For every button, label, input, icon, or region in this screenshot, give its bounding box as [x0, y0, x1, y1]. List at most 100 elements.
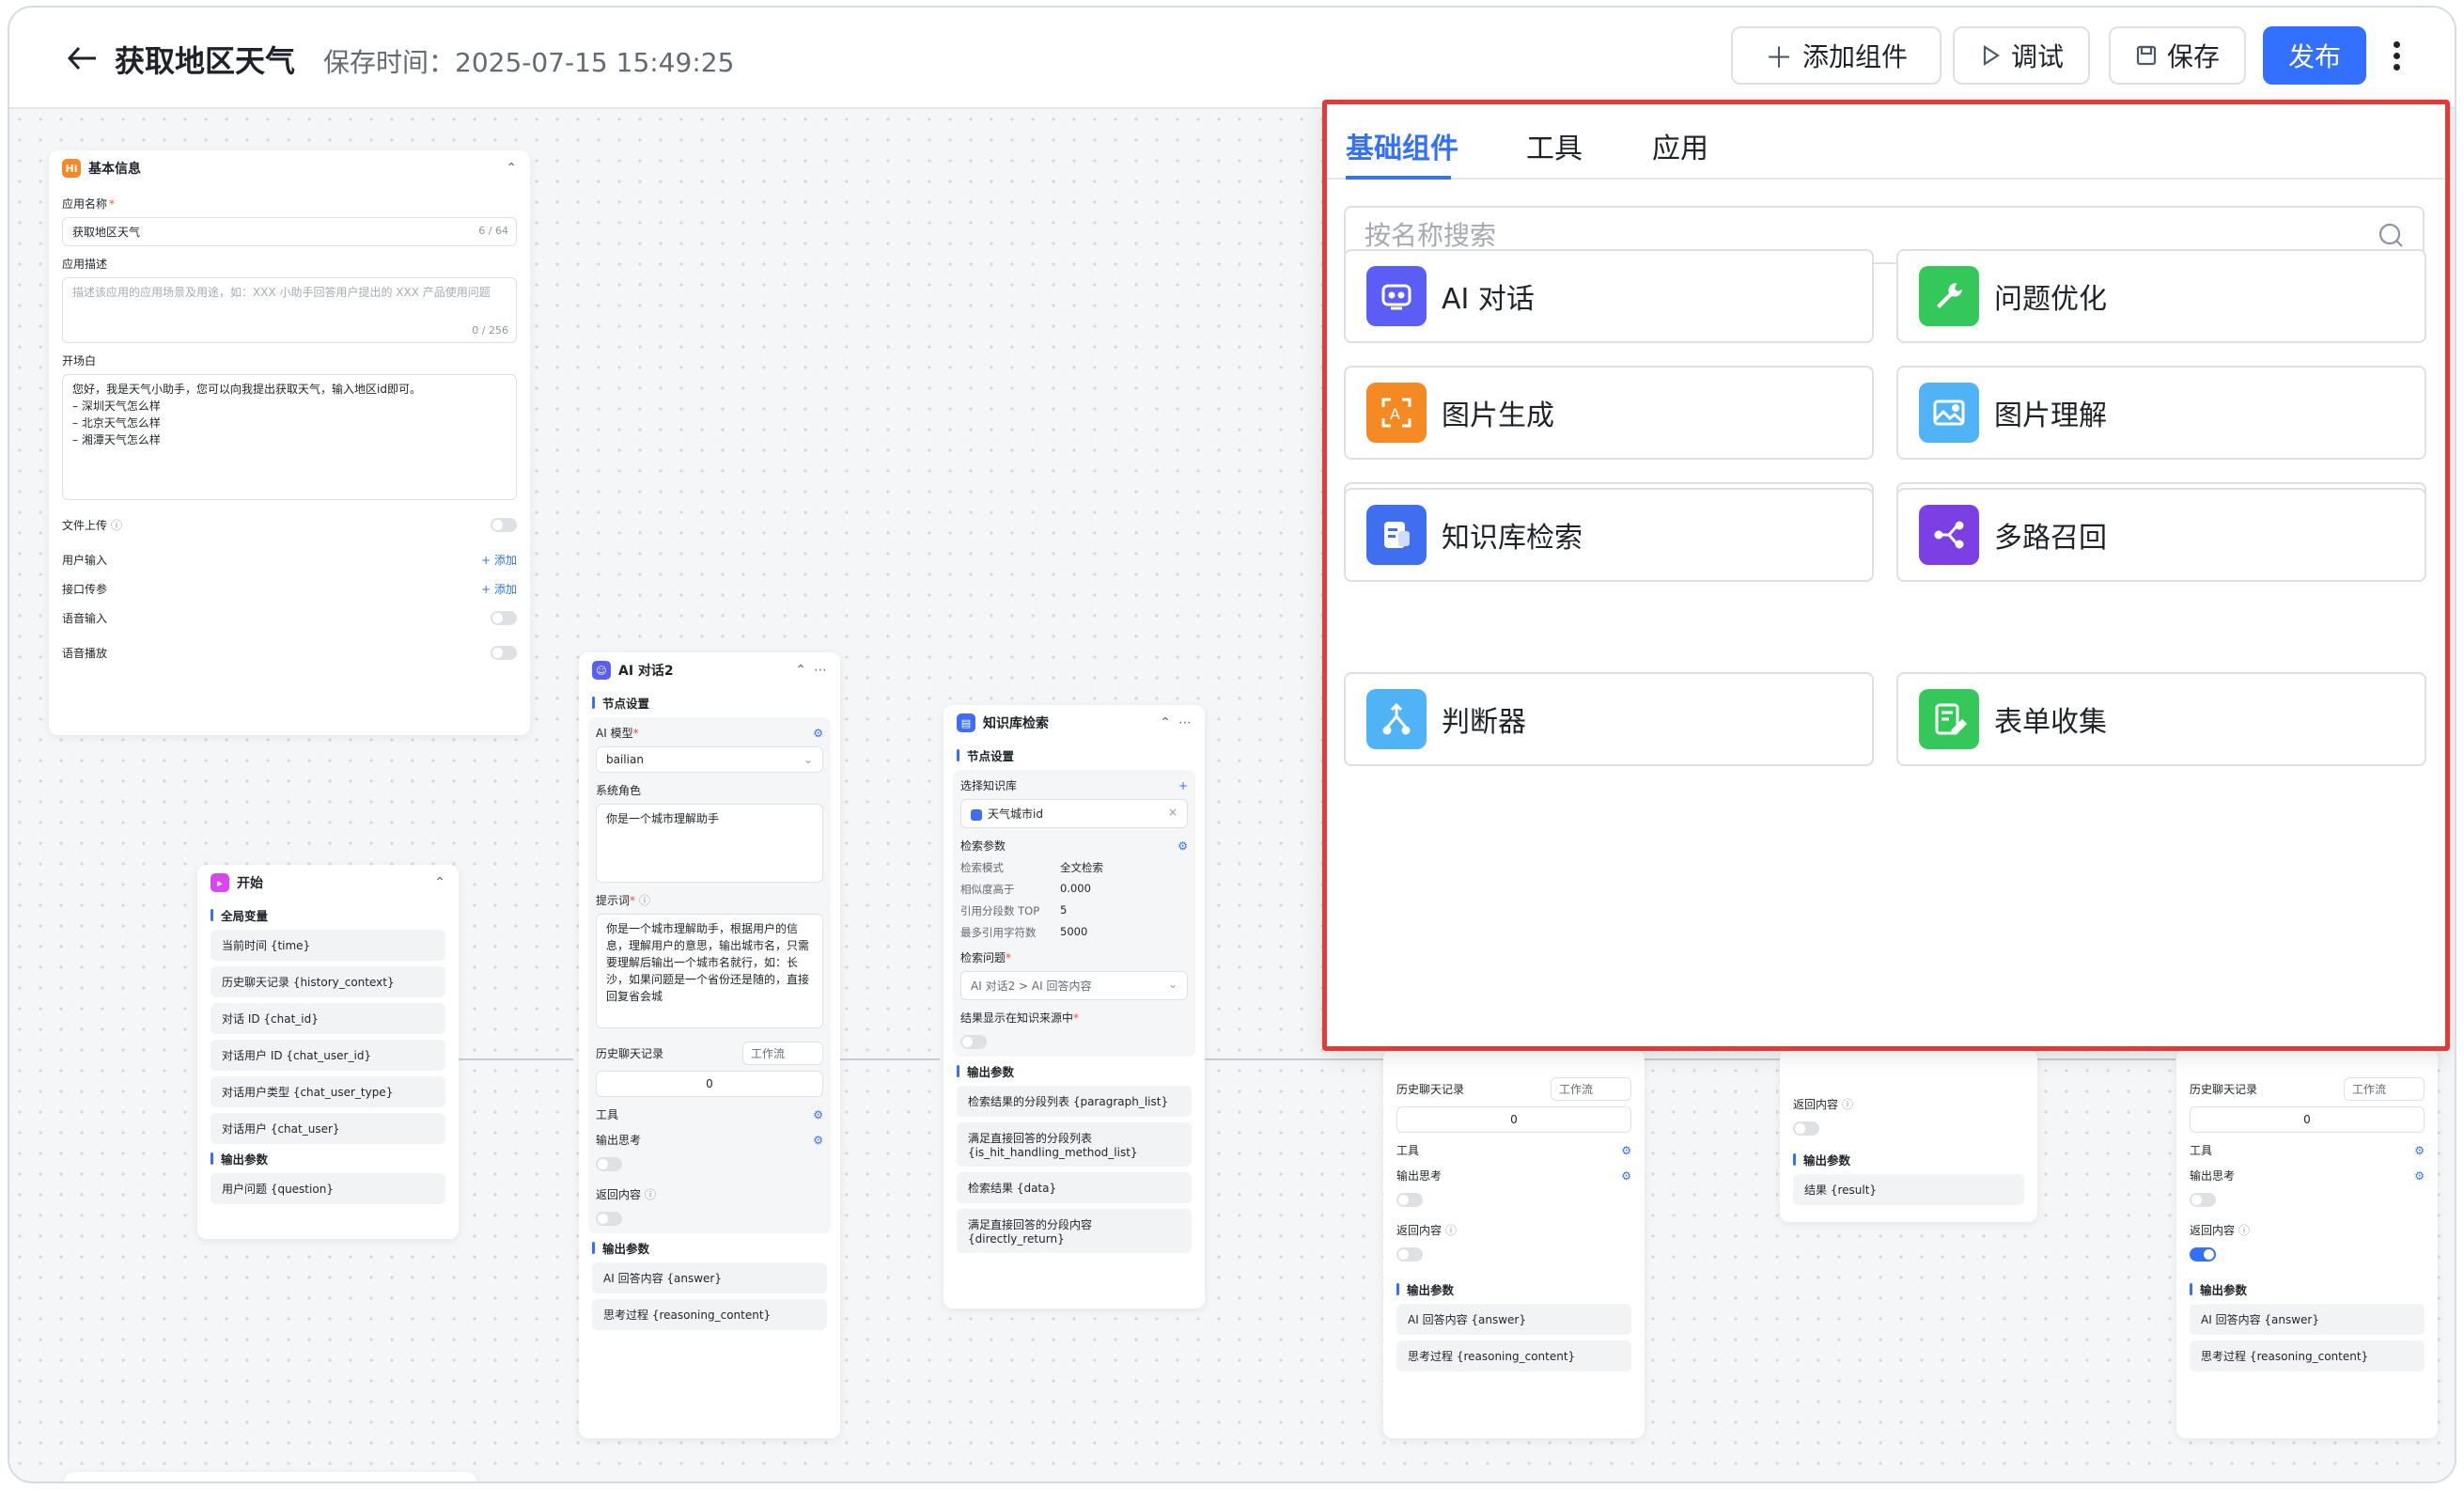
gear-icon[interactable]: ⚙ [2414, 1169, 2425, 1183]
global-var-item: 对话 ID {chat_id} [211, 1003, 445, 1034]
return-content-toggle[interactable] [1396, 1247, 1423, 1262]
more-vertical-icon[interactable] [2387, 41, 2406, 79]
api-params-row: 接口传参 + 添加 [62, 581, 517, 597]
output-thinking-toggle[interactable] [2190, 1193, 2216, 1207]
basic-info-title: 基本信息 [88, 162, 141, 177]
component-item[interactable]: 知识库检索 [1344, 488, 1874, 582]
component-label: 图片生成 [1442, 400, 1554, 432]
gear-icon[interactable]: ⚙ [813, 1134, 823, 1147]
voice-input-toggle[interactable] [491, 611, 517, 625]
return-content-toggle[interactable] [2190, 1247, 2216, 1262]
svg-text:A: A [1390, 405, 1400, 423]
search-question-select[interactable]: AI 对话2 > AI 回答内容 ⌄ [960, 971, 1188, 1000]
gear-icon[interactable]: ⚙ [2414, 1144, 2425, 1157]
tab-apps[interactable]: 应用 [1652, 125, 1708, 166]
component-item[interactable]: 问题优化 [1896, 249, 2426, 343]
show-source-toggle[interactable] [960, 1035, 987, 1049]
component-label: AI 对话 [1442, 283, 1535, 316]
tab-tools[interactable]: 工具 [1526, 125, 1583, 166]
app-name-input[interactable]: 获取地区天气 6 / 64 [62, 217, 517, 246]
tools-row: 工具 ⚙ [1396, 1143, 1631, 1158]
return-content-toggle-row [588, 1212, 831, 1226]
output-param-item: 满足直接回答的分段内容 {directly_return} [957, 1209, 1192, 1253]
search-icon[interactable] [2378, 222, 2404, 248]
add-component-panel: 基础组件 工具 应用 AI能力AI 对话问题优化A图片生成图片理解A文本转语音A… [1322, 100, 2450, 1051]
collapse-icon[interactable]: ⌃ [795, 663, 806, 678]
return-content-toggle[interactable] [1793, 1121, 1819, 1136]
start-node[interactable]: ▸ 开始 ⌃ 全局变量 当前时间 {time} 历史聊天记录 {history_c… [197, 865, 459, 1239]
more-icon[interactable]: ⋯ [814, 663, 827, 678]
model-select[interactable]: bailian ⌄ [596, 746, 823, 773]
gear-icon[interactable]: ⚙ [813, 727, 823, 740]
app-desc-textarea[interactable]: 描述该应用的应用场景及用途，如：XXX 小助手回答用户提出的 XXX 产品使用问… [62, 277, 517, 343]
knowledge-search-node[interactable]: ▤ 知识库检索 ⌃ ⋯ 节点设置 选择知识库 + 天气城市id × 检索参数 ⚙ 检索模… [943, 705, 1205, 1309]
history-count-input[interactable]: 0 [2190, 1106, 2425, 1133]
param-key: 相似度高于 [960, 883, 1015, 896]
debug-button[interactable]: 调试 [1953, 26, 2090, 85]
collapse-icon[interactable]: ⌃ [506, 161, 517, 176]
output-thinking-row: 输出思考 ⚙ [596, 1133, 823, 1148]
system-role-label: 系统角色 [596, 784, 642, 797]
history-mode-select[interactable]: 工作流 [742, 1042, 823, 1065]
return-content-toggle-row [1383, 1247, 1645, 1262]
prompt-label: 提示词 * ⓘ [596, 893, 651, 908]
publish-button[interactable]: 发布 [2263, 26, 2366, 85]
save-button[interactable]: 保存 [2109, 26, 2246, 85]
add-component-button[interactable]: ＋添加组件 [1731, 26, 1942, 85]
component-item[interactable]: 判断器 [1344, 672, 1874, 766]
ai-chat-node-b[interactable]: 历史聊天记录 工作流 0 工具 ⚙ 输出思考 ⚙ 返回内容 ⓘ 输出参数 AI 回答内容… [1383, 1049, 1645, 1438]
output-param-item: 检索结果的分段列表 {paragraph_list} [957, 1086, 1192, 1117]
edge [836, 1058, 940, 1060]
kb-node-title: 知识库检索 [983, 716, 1049, 731]
output-param-item: 结果 {result} [1793, 1174, 2024, 1205]
component-label: 图片理解 [1994, 400, 2107, 432]
more-icon[interactable]: ⋯ [1178, 715, 1192, 730]
gear-icon[interactable]: ⚙ [1621, 1144, 1631, 1157]
file-upload-toggle[interactable] [491, 518, 517, 532]
voice-play-toggle[interactable] [491, 646, 517, 660]
ai-chat-node-c[interactable]: 历史聊天记录 工作流 0 工具 ⚙ 输出思考 ⚙ 返回内容 ⓘ 输出参数 AI 回答内容… [2176, 1049, 2438, 1438]
node-settings-heading: 节点设置 [943, 746, 1205, 764]
tab-basic-components[interactable]: 基础组件 [1346, 125, 1458, 166]
history-mode-select[interactable]: 工作流 [1551, 1077, 1631, 1101]
start-icon: ▸ [211, 873, 229, 892]
output-thinking-toggle-row [588, 1157, 831, 1171]
history-count-input[interactable]: 0 [1396, 1106, 1631, 1133]
user-input-add-button[interactable]: + 添加 [481, 552, 517, 568]
output-thinking-toggle[interactable] [1396, 1193, 1423, 1207]
gear-icon[interactable]: ⚙ [1621, 1169, 1631, 1183]
collapse-icon[interactable]: ⌃ [434, 875, 445, 890]
component-item[interactable]: 图片理解 [1896, 366, 2426, 460]
global-var-item: 对话用户 {chat_user} [211, 1113, 445, 1144]
system-role-textarea[interactable]: 你是一个城市理解助手 [596, 804, 823, 883]
kb-tag[interactable]: 天气城市id × [960, 799, 1188, 828]
component-search-input[interactable] [1365, 219, 2378, 251]
component-item[interactable]: A 图片生成 [1344, 366, 1874, 460]
prompt-textarea[interactable]: 你是一个城市理解助手，根据用户的信息，理解用户的意思，输出城市名，只需要理解后输… [596, 914, 823, 1028]
image-icon [1919, 383, 1979, 443]
back-arrow-icon[interactable] [64, 39, 105, 77]
output-thinking-toggle[interactable] [596, 1157, 622, 1171]
robot-icon: ☺ [592, 661, 611, 680]
history-count-input[interactable]: 0 [596, 1071, 823, 1097]
api-params-add-button[interactable]: + 添加 [481, 581, 517, 597]
opening-textarea[interactable]: 您好，我是天气小助手，您可以向我提出获取天气，输入地区id即可。 – 深圳天气怎… [62, 374, 517, 500]
function-node[interactable]: 返回内容 ⓘ 输出参数 结果 {result} [1780, 1049, 2037, 1222]
history-mode-select[interactable]: 工作流 [2344, 1077, 2425, 1101]
output-thinking-toggle-row [1383, 1193, 1645, 1207]
collapse-icon[interactable]: ⌃ [1160, 715, 1171, 730]
component-item[interactable]: 表单收集 [1896, 672, 2426, 766]
search-question-row: 检索问题 * [960, 950, 1012, 965]
component-item[interactable]: 多路召回 [1896, 488, 2426, 582]
tools-row: 工具 ⚙ [596, 1107, 823, 1122]
save-time: 保存时间：2025-07-15 15:49:25 [323, 47, 735, 78]
output-param-item: 思考过程 {reasoning_content} [592, 1299, 827, 1330]
ai-chat-node[interactable]: ☺ AI 对话2 ⌃ ⋯ 节点设置 AI 模型 * ⚙ bailian ⌄ 系统角色 你… [579, 652, 840, 1438]
param-value: 0.000 [1060, 882, 1091, 895]
return-content-toggle[interactable] [596, 1212, 622, 1226]
gear-icon[interactable]: ⚙ [1177, 839, 1188, 853]
add-kb-button[interactable]: + [1178, 779, 1188, 792]
component-item[interactable]: AI 对话 [1344, 249, 1874, 343]
output-param-item: 用户问题 {question} [211, 1173, 445, 1204]
gear-icon[interactable]: ⚙ [813, 1108, 823, 1121]
